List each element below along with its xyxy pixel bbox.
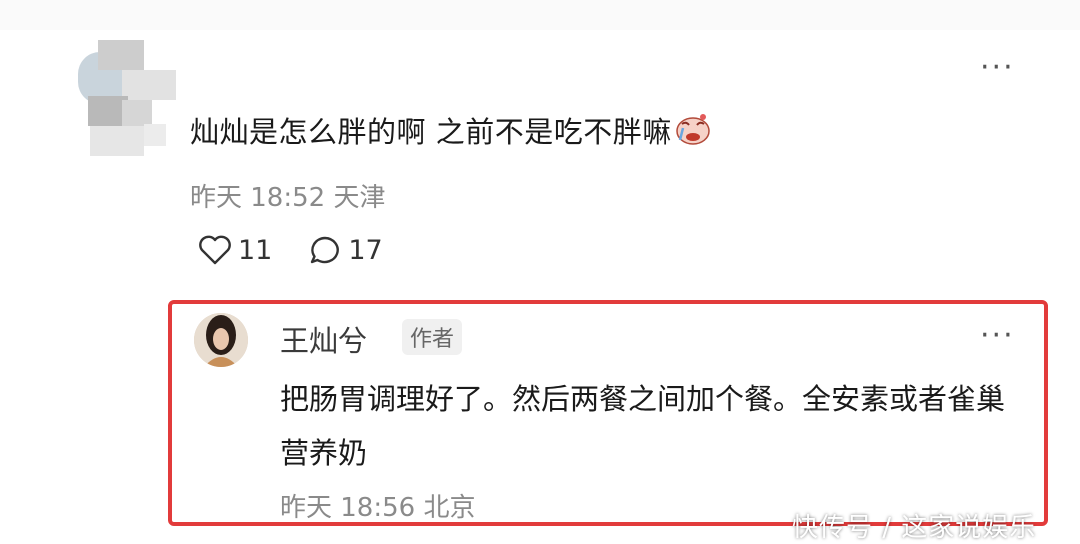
reply-time: 昨天 18:56 (280, 493, 416, 523)
like-button[interactable]: 11 (198, 234, 272, 266)
top-strip (0, 0, 1080, 30)
comment-body: 灿灿是怎么胖的啊 之前不是吃不胖嘛 (190, 115, 672, 149)
comment-time: 昨天 18:52 (190, 183, 326, 213)
heart-icon (199, 235, 231, 265)
reply-count-button[interactable]: 17 (308, 234, 383, 266)
author-avatar[interactable] (194, 313, 248, 367)
comment-more-button[interactable]: ··· (980, 53, 1015, 83)
speech-bubble-icon (311, 236, 340, 264)
comment-actions: 11 17 (198, 234, 419, 266)
comment-text: 灿灿是怎么胖的啊 之前不是吃不胖嘛 (190, 109, 712, 153)
like-count: 11 (238, 234, 273, 266)
reply-meta: 昨天 18:56 北京 (280, 487, 475, 524)
blurred-avatar[interactable] (68, 40, 178, 158)
reply-more-button[interactable]: ··· (980, 321, 1015, 351)
crying-face-icon (674, 112, 712, 153)
reply-location: 北京 (423, 493, 476, 523)
comment-location: 天津 (333, 183, 386, 213)
reply-text: 把肠胃调理好了。然后两餐之间加个餐。全安素或者雀巢营养奶 (280, 382, 1006, 470)
author-name[interactable]: 王灿兮 (280, 318, 367, 360)
watermark: 快传号 / 这家说娱乐 (792, 513, 1037, 543)
reply-count: 17 (348, 234, 383, 266)
author-badge: 作者 (402, 319, 463, 355)
comment-meta: 昨天 18:52 天津 (190, 177, 385, 214)
